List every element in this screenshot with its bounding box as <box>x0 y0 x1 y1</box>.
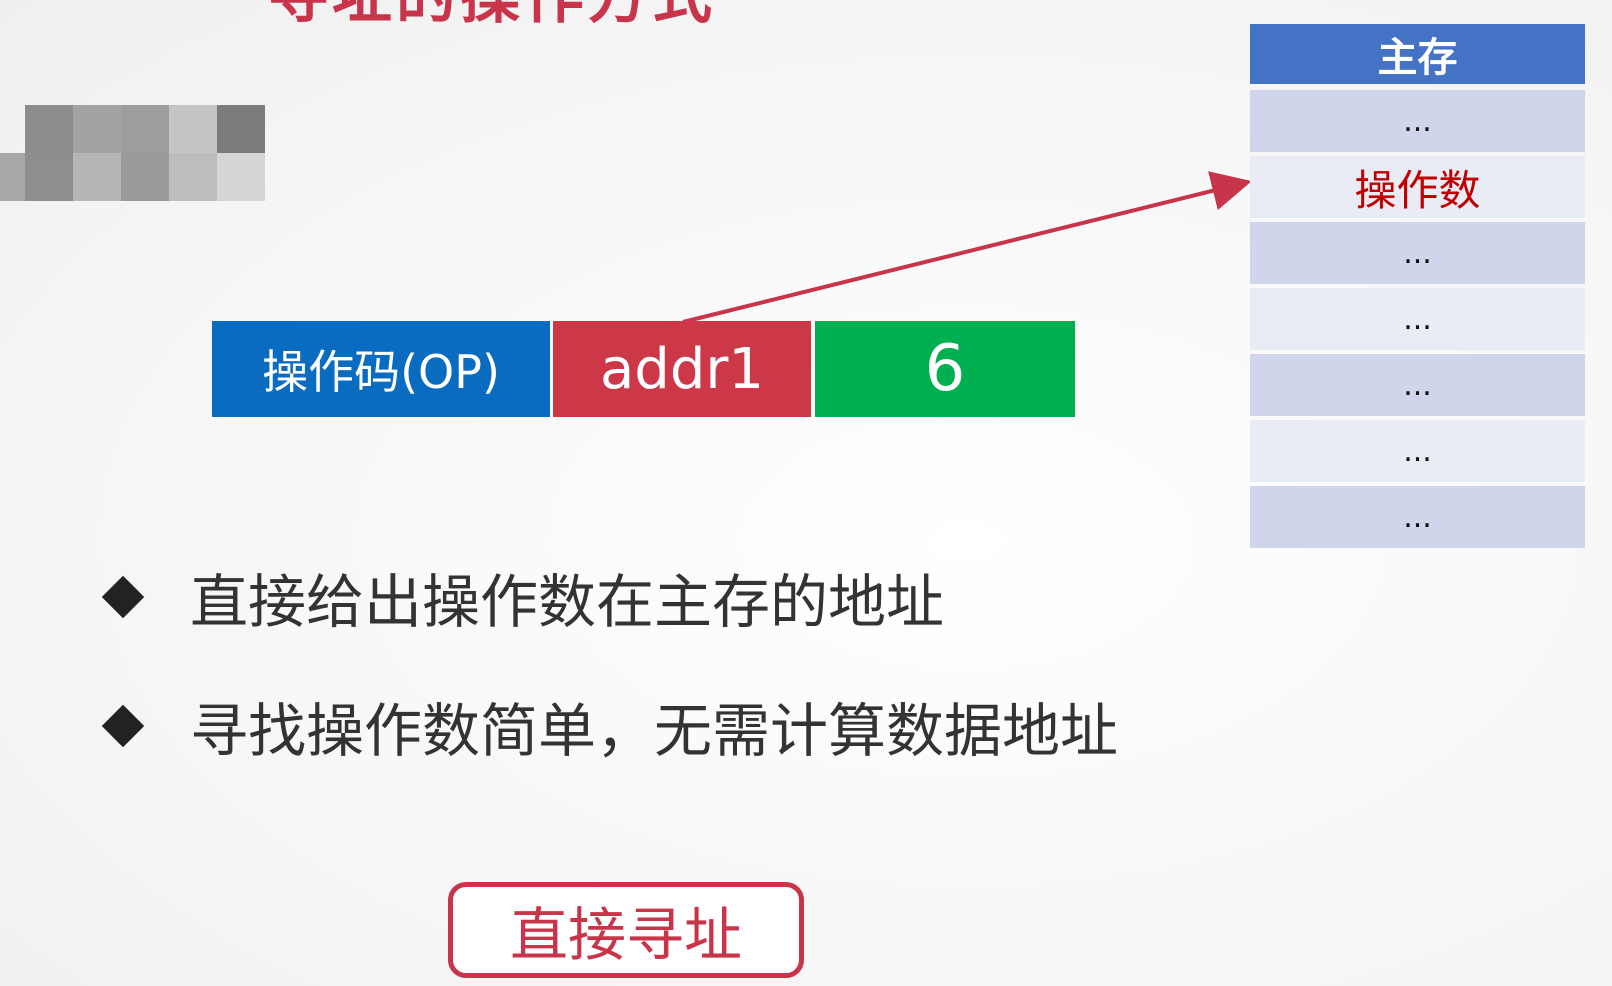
memory-cell: ... <box>1250 354 1585 416</box>
memory-cell: ... <box>1250 90 1585 152</box>
memory-cell: ... <box>1250 222 1585 284</box>
direct-addressing-label: 直接寻址 <box>448 882 804 978</box>
memory-cell: ... <box>1250 288 1585 350</box>
address-field: addr1 <box>553 321 811 417</box>
main-memory-table: 主存 ... 操作数 ... ... ... ... ... <box>1250 24 1585 552</box>
memory-header: 主存 <box>1250 24 1585 84</box>
bullet-item: 寻找操作数简单，无需计算数据地址 <box>100 684 1118 768</box>
bullet-text: 寻找操作数简单，无需计算数据地址 <box>190 697 1119 765</box>
memory-cell-operand: 操作数 <box>1250 156 1585 218</box>
mode-field: 6 <box>815 321 1075 417</box>
opcode-field: 操作码(OP) <box>212 321 550 417</box>
bullet-text: 直接给出操作数在主存的地址 <box>190 568 945 636</box>
diamond-bullet-icon <box>101 704 145 748</box>
memory-cell: ... <box>1250 486 1585 548</box>
memory-cell: ... <box>1250 420 1585 482</box>
bullet-item: 直接给出操作数在主存的地址 <box>100 555 944 639</box>
diamond-bullet-icon <box>101 575 145 619</box>
